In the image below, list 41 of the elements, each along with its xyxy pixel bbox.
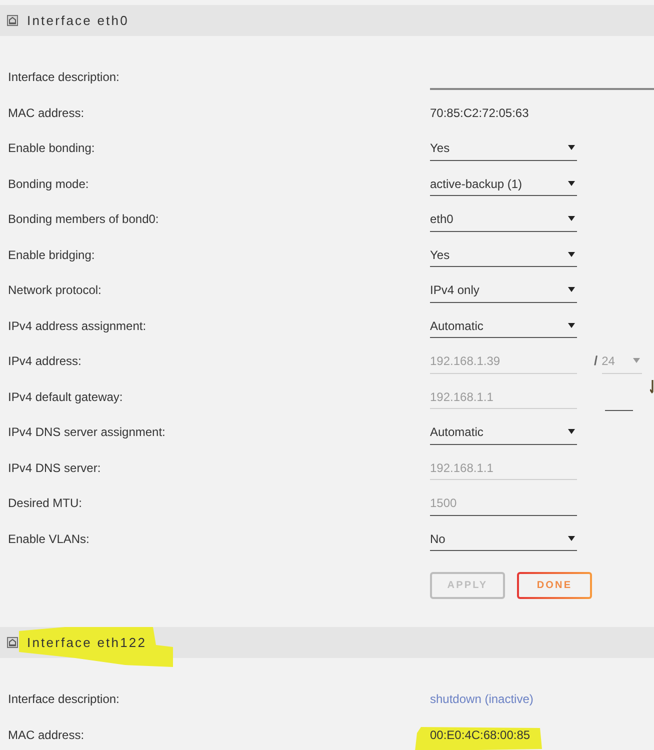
field-label: MAC address: <box>8 104 84 122</box>
field-label: Interface description: <box>8 691 120 708</box>
field-label: Enable VLANs: <box>8 530 90 548</box>
caret-icon <box>632 358 640 363</box>
field-label: IPv4 address: <box>8 353 82 370</box>
select-field[interactable]: eth0 <box>430 208 577 232</box>
select-field[interactable]: IPv4 only <box>430 279 577 302</box>
field-label: Bonding members of bond0: <box>8 211 159 228</box>
caret-icon <box>568 536 575 540</box>
caret-icon <box>568 252 575 256</box>
port-icon <box>7 15 18 26</box>
field-label: IPv4 DNS server assignment: <box>8 424 166 441</box>
caret-icon <box>568 429 575 434</box>
section-title: Interface eth0 <box>27 12 129 28</box>
field-label: Desired MTU: <box>8 495 82 512</box>
caret-icon <box>568 180 575 186</box>
field-label: MAC address: <box>8 726 84 744</box>
field-value: 70:85:C2:72:05:63 <box>430 104 529 122</box>
select-field[interactable]: Automatic <box>430 314 577 338</box>
section-title: Interface eth122 <box>27 634 147 650</box>
field-label: Enable bonding: <box>8 140 95 157</box>
select-field[interactable]: No <box>430 528 577 551</box>
field-label: Network protocol: <box>8 282 102 299</box>
field-label: IPv4 DNS server: <box>8 460 101 476</box>
caret-icon <box>568 287 575 292</box>
caret-icon <box>568 145 575 150</box>
port-icon <box>7 637 18 648</box>
field-label: Enable bridging: <box>8 246 95 264</box>
select-field[interactable]: active-backup (1) <box>430 172 577 196</box>
select-field[interactable]: Yes <box>430 137 577 160</box>
field-label: IPv4 default gateway: <box>8 388 123 406</box>
caret-icon <box>568 322 575 328</box>
prefix-separator: / <box>594 352 598 370</box>
field-value: 00:E0:4C:68:00:85 <box>430 724 530 746</box>
field-label: IPv4 address assignment: <box>8 318 146 334</box>
field-label: Interface description: <box>8 69 120 86</box>
arrow-icon <box>650 380 654 394</box>
field-label: Bonding mode: <box>8 176 89 192</box>
select-field[interactable]: Automatic <box>430 421 577 444</box>
select-field[interactable]: Yes <box>430 244 577 267</box>
caret-icon <box>568 216 575 221</box>
